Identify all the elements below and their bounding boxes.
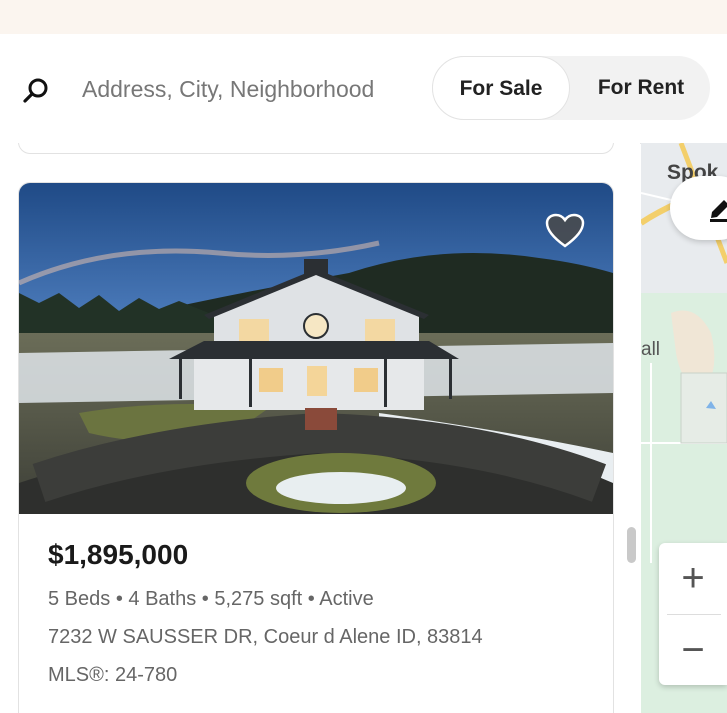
listing-status: Active [319,588,374,610]
listing-address: 7232 W SAUSSER DR, Coeur d Alene ID, 838… [48,626,483,648]
previous-listing-card[interactable] [18,143,614,154]
search-icon[interactable] [22,77,50,105]
listing-type-toggle: For Sale For Rent [432,56,710,120]
search-input[interactable] [82,68,412,110]
scrollbar-thumb[interactable] [627,527,636,563]
pencil-icon [710,200,727,222]
square-footage: 5,275 sqft [214,588,303,610]
heart-icon[interactable] [545,213,585,249]
zoom-out-button[interactable]: − [659,615,727,685]
map-zoom-controls: + − [659,543,727,685]
for-rent-button[interactable]: For Rent [572,56,710,120]
listing-facts: 5 Beds • 4 Baths • 5,275 sqft • Active [48,588,374,611]
mls-number: MLS®: 24-780 [48,664,178,686]
top-banner-strip [0,0,727,34]
listing-card[interactable]: $1,895,000 5 Beds • 4 Baths • 5,275 sqft… [18,182,614,713]
baths-count: 4 Baths [128,588,197,610]
listing-price: $1,895,000 [48,539,189,570]
fact-separator: • [307,588,315,610]
fact-separator: • [201,588,209,610]
map-place-label: all [641,339,661,360]
listing-photo[interactable] [19,183,613,514]
beds-count: 5 Beds [48,588,111,610]
draw-area-button[interactable] [670,176,727,240]
fact-separator: • [115,588,123,610]
zoom-in-button[interactable]: + [659,543,727,613]
for-sale-button[interactable]: For Sale [432,56,570,120]
listing-results[interactable]: $1,895,000 5 Beds • 4 Baths • 5,275 sqft… [0,143,640,713]
